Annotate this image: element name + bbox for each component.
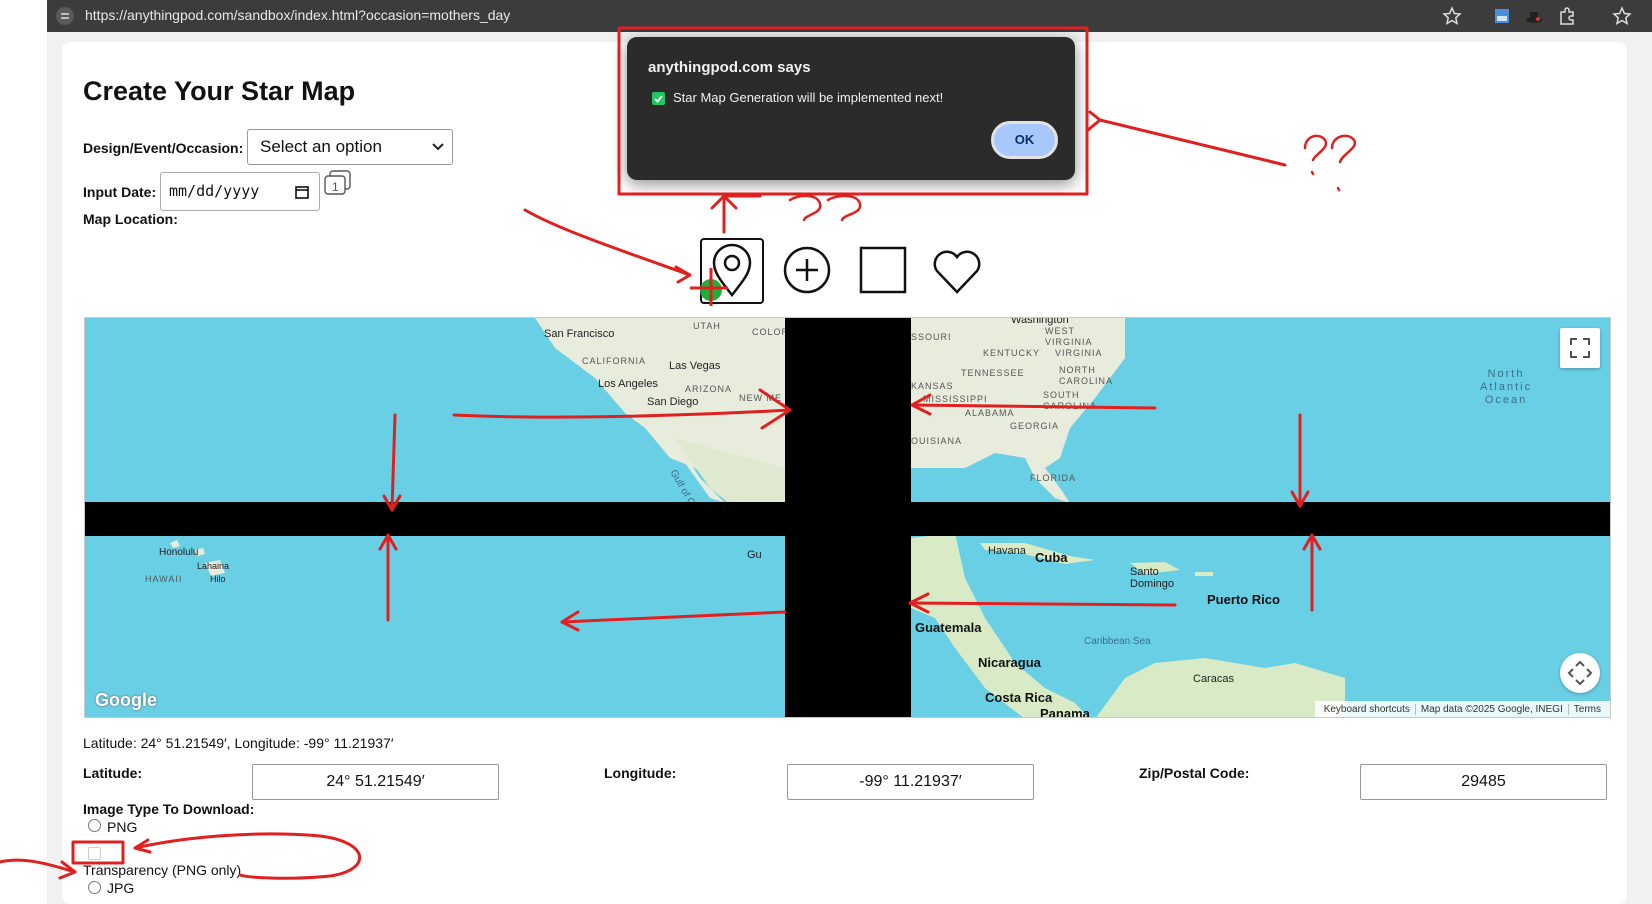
map-location-label: Map Location:: [83, 211, 178, 227]
dialog-ok-button[interactable]: OK: [991, 121, 1058, 159]
dialog-check-icon: [652, 92, 665, 105]
transparency-label: Transparency (PNG only): [83, 862, 242, 878]
transparency-checkbox[interactable]: [88, 847, 101, 860]
map-camera-control-button[interactable]: [1560, 653, 1600, 693]
map-label-utah: UTAH: [693, 321, 721, 331]
map-label-cuba: Cuba: [1035, 550, 1068, 565]
map-label-santo-domingo: Santo Domingo: [1130, 566, 1175, 590]
site-settings-icon[interactable]: [55, 6, 75, 26]
browser-address-bar: https://anythingpod.com/sandbox/index.ht…: [47, 0, 1652, 32]
square-icon[interactable]: [851, 238, 915, 304]
date-label: Input Date:: [83, 184, 157, 200]
map-label-caribbean-sea: Caribbean Sea: [1084, 636, 1151, 647]
map-fullscreen-button[interactable]: [1560, 328, 1600, 368]
move-arrows-icon: [1567, 660, 1593, 686]
jpg-radio[interactable]: [88, 881, 101, 894]
jpg-label: JPG: [107, 880, 135, 896]
occasion-select[interactable]: Select an option: [247, 129, 453, 165]
url-text[interactable]: https://anythingpod.com/sandbox/index.ht…: [85, 7, 510, 23]
svg-text:1: 1: [332, 180, 339, 194]
map-label-west-virginia: WEST VIRGINIA: [1045, 326, 1093, 347]
png-radio[interactable]: [88, 819, 101, 832]
map-label-california: CALIFORNIA: [582, 356, 647, 366]
map-label-las-vegas: Las Vegas: [669, 360, 721, 372]
map-label-honolulu: Honolulu: [159, 547, 199, 558]
date-placeholder: mm/dd/yyyy: [169, 182, 260, 200]
map-label-kentucky: KENTUCKY: [983, 348, 1041, 358]
extension-image-icon[interactable]: [1492, 6, 1512, 26]
map-label-new-mexico: NEW ME: [739, 393, 782, 403]
map-label-los-angeles: Los Angeles: [598, 378, 658, 390]
latitude-field[interactable]: 24° 51.21549′: [252, 764, 499, 800]
heart-icon[interactable]: [925, 238, 989, 304]
screenshot-stage: https://anythingpod.com/sandbox/index.ht…: [0, 0, 1652, 904]
calendar-picker-icon[interactable]: 1: [322, 167, 354, 197]
png-label: PNG: [107, 819, 138, 835]
longitude-label: Longitude:: [604, 765, 677, 781]
map-data-attribution: Map data ©2025 Google, INEGI: [1414, 703, 1568, 715]
map-label-havana: Havana: [988, 545, 1026, 557]
map-label-south-carolina: SOUTH CAROLINA: [1043, 390, 1098, 411]
map-label-mississippi: MISSISSIPPI: [923, 394, 988, 404]
map-label-costa-rica: Costa Rica: [985, 690, 1053, 705]
map-label-gu: Gu: [747, 549, 762, 561]
zip-label: Zip/Postal Code:: [1139, 765, 1250, 781]
page-title: Create Your Star Map: [83, 76, 356, 106]
alert-dialog: anythingpod.com says Star Map Generation…: [627, 37, 1075, 180]
google-logo-text: Google: [95, 690, 157, 710]
occasion-select-value: Select an option: [260, 137, 382, 156]
map-label-lahaina: Lahaina: [197, 561, 230, 571]
map-label-florida: FLORIDA: [1030, 473, 1077, 483]
google-logo: Google: [95, 690, 157, 711]
map-label-missouri: SSOURI: [911, 332, 952, 342]
map-label-hilo: Hilo: [210, 574, 226, 584]
occasion-label: Design/Event/Occasion:: [83, 140, 244, 156]
map-label-caracas: Caracas: [1193, 673, 1234, 685]
map-label-north-carolina: NORTH CAROLINA: [1059, 365, 1114, 386]
longitude-field[interactable]: -99° 11.21937′: [787, 764, 1034, 800]
map-label-san-diego: San Diego: [647, 396, 699, 408]
coordinates-readout: Latitude: 24° 51.21549′, Longitude: -99°…: [83, 735, 394, 751]
map-label-tennessee: TENNESSEE: [961, 368, 1025, 378]
dialog-title: anythingpod.com says: [648, 59, 811, 76]
map-label-alabama: ALABAMA: [965, 408, 1015, 418]
chevron-down-icon: [432, 143, 444, 151]
map-label-panama: Panama: [1040, 706, 1090, 718]
zip-field[interactable]: 29485: [1360, 764, 1607, 800]
map-view[interactable]: Washington San Francisco UTAH COLORA CAL…: [84, 317, 1611, 718]
map-label-north-atlantic: North Atlantic Ocean: [1480, 368, 1533, 406]
map-footer: Keyboard shortcuts Map data ©2025 Google…: [1314, 701, 1610, 717]
date-input[interactable]: mm/dd/yyyy: [160, 172, 320, 211]
fullscreen-icon: [1570, 338, 1590, 358]
map-label-guatemala: Guatemala: [915, 620, 982, 635]
map-black-horizontal-bar: [85, 502, 1610, 536]
map-label-washington: Washington: [1011, 317, 1069, 326]
map-label-louisiana: OUISIANA: [911, 436, 963, 446]
extensions-puzzle-icon[interactable]: [1557, 6, 1577, 26]
map-label-arkansas: KANSAS: [911, 381, 954, 391]
image-type-label: Image Type To Download:: [83, 801, 255, 817]
keyboard-shortcuts-link[interactable]: Keyboard shortcuts: [1319, 704, 1415, 715]
extension-hat-icon[interactable]: [1524, 6, 1544, 26]
map-label-hawaii: HAWAII: [145, 574, 183, 584]
map-label-georgia: GEORGIA: [1010, 421, 1060, 431]
map-label-san-francisco: San Francisco: [544, 328, 615, 340]
map-label-arizona: ARIZONA: [685, 384, 733, 394]
checkmark-icon: [654, 95, 663, 103]
terms-link[interactable]: Terms: [1567, 703, 1606, 715]
map-pin-icon[interactable]: [700, 238, 764, 304]
map-label-virginia: VIRGINIA: [1055, 348, 1103, 358]
latitude-label: Latitude:: [83, 765, 143, 781]
plus-circle-icon[interactable]: [775, 238, 839, 304]
dialog-message: Star Map Generation will be implemented …: [673, 90, 944, 105]
map-label-puerto-rico: Puerto Rico: [1207, 592, 1280, 607]
calendar-icon[interactable]: [295, 185, 309, 199]
map-label-nicaragua: Nicaragua: [978, 655, 1041, 670]
bookmark-star-icon[interactable]: [1442, 6, 1462, 26]
favorites-star-icon[interactable]: [1612, 6, 1632, 26]
